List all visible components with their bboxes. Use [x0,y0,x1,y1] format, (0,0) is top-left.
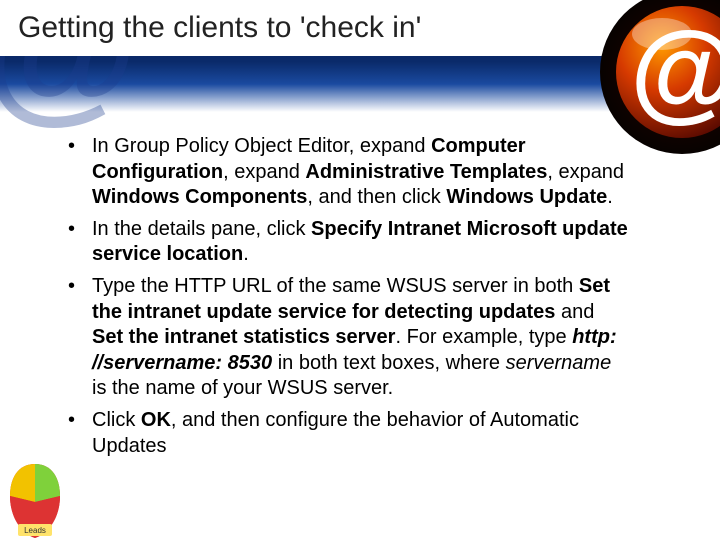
text-segment: is the name of your WSUS server. [92,377,393,399]
text-segment: servername [506,352,612,374]
text-segment: , and then click [307,186,446,208]
text-segment: . [243,243,249,265]
slide-title: Getting the clients to 'check in' [18,11,421,45]
text-segment: Administrative Templates [305,161,547,183]
text-segment: In Group Policy Object Editor, expand [92,135,431,157]
list-item: In the details pane, click Specify Intra… [68,217,628,268]
text-segment: OK [141,409,171,431]
title-bar: Getting the clients to 'check in' [0,0,720,56]
text-segment: and [555,301,594,323]
list-item: In Group Policy Object Editor, expand Co… [68,134,628,211]
text-segment: Windows Update [446,186,607,208]
text-segment: Windows Components [92,186,307,208]
text-segment: , expand [547,161,624,183]
text-segment: . For example, type [395,326,572,348]
text-segment: Type the HTTP URL of the same WSUS serve… [92,275,579,297]
bullet-list: In Group Policy Object Editor, expand Co… [68,134,628,459]
text-segment: in both text boxes, where [272,352,505,374]
slide: @ Getting the clients to 'check in' @ In… [0,0,720,540]
text-segment: Click [92,409,141,431]
corner-badge-icon: Leads [0,460,70,540]
badge-label: Leads [24,526,46,535]
text-segment: In the details pane, click [92,218,311,240]
text-segment: . [607,186,613,208]
list-item: Click OK, and then configure the behavio… [68,408,628,459]
text-segment: Set the intranet statistics server [92,326,395,348]
text-segment: , expand [223,161,305,183]
list-item: Type the HTTP URL of the same WSUS serve… [68,274,628,402]
content-area: In Group Policy Object Editor, expand Co… [68,134,628,465]
